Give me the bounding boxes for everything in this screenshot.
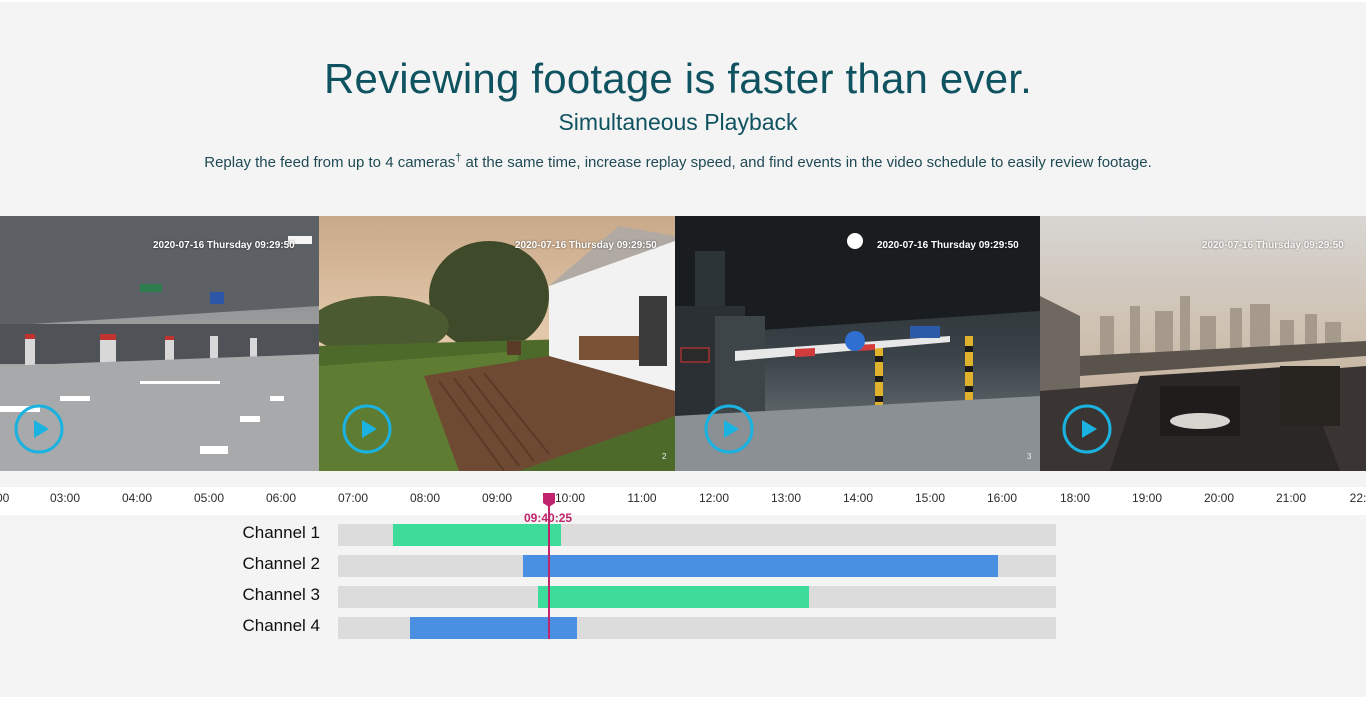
timeline-tick: 21:00: [1275, 491, 1307, 505]
play-button-camera-3[interactable]: [704, 404, 754, 454]
play-button-camera-1[interactable]: [14, 404, 64, 454]
timeline-tick: 12:00: [698, 491, 730, 505]
timeline-tick: 13:00: [770, 491, 802, 505]
subheadline: Simultaneous Playback: [558, 109, 798, 135]
timeline-tick: 11:00: [627, 491, 657, 505]
timeline-tick: 19:00: [1131, 491, 1163, 505]
camera-timestamp: 2020-07-16 Thursday 09:29:50: [515, 240, 657, 251]
channel-label: Channel 4: [242, 616, 320, 635]
timeline-tick: 08:00: [409, 491, 441, 505]
channel-label: Channel 1: [242, 523, 320, 542]
channel-tracks: Channel 1 Channel 2 Channel 3 Channel 4: [0, 522, 1366, 642]
camera-feed-2: 2020-07-16 Thursday 09:29:50 2: [319, 216, 675, 471]
timeline-ruler[interactable]: 00 03:00 04:00 05:00 06:00 07:00 08:00 09:00 10:…: [0, 487, 1366, 515]
timeline-tick: 15:00: [914, 491, 946, 505]
timeline-tick: 05:00: [193, 491, 225, 505]
timeline-tick: 20:00: [1203, 491, 1235, 505]
recording-segment[interactable]: [538, 586, 809, 608]
timeline-tick: 06:00: [265, 491, 297, 505]
headline: Reviewing footage is faster than ever.: [323, 55, 1032, 102]
channel-2-track[interactable]: [338, 555, 1056, 577]
channel-1-track[interactable]: [338, 524, 1056, 546]
recording-segment[interactable]: [523, 555, 998, 577]
timeline-tick: 18:00: [1059, 491, 1091, 505]
timeline-tick: 14:00: [842, 491, 874, 505]
description-text-rest: at the same time, increase replay speed,…: [461, 154, 1152, 171]
channel-label: Channel 2: [242, 554, 320, 573]
recording-segment[interactable]: [393, 524, 561, 546]
timeline-tick: 04:00: [121, 491, 153, 505]
timeline-tick: 00: [0, 491, 10, 505]
play-button-camera-2[interactable]: [342, 404, 392, 454]
channel-3-track[interactable]: [338, 586, 1056, 608]
page-section: Reviewing footage is faster than ever. S…: [0, 2, 1366, 697]
play-button-camera-4[interactable]: [1062, 404, 1112, 454]
playhead-handle[interactable]: [543, 493, 555, 507]
timeline-tick: 10:00: [554, 491, 586, 505]
timeline-tick: 09:00: [481, 491, 513, 505]
playhead-time: 09:40:25: [524, 511, 573, 525]
camera-timestamp: 2020-07-16 Thursday 09:29:50: [877, 240, 1019, 251]
description: Replay the feed from up to 4 cameras† at…: [0, 153, 1356, 173]
camera-feed-4: 2020-07-16 Thursday 09:29:50: [1040, 216, 1366, 471]
camera-grid: 2020-07-16 Thursday 09:29:50 2020-07-16 …: [0, 216, 1366, 471]
timeline-tick: 07:00: [337, 491, 369, 505]
camera-timestamp: 2020-07-16 Thursday 09:29:50: [1202, 240, 1344, 251]
channel-label: Channel 3: [242, 585, 320, 604]
timeline-tick: 03:00: [49, 491, 81, 505]
camera-number: 3: [1027, 452, 1032, 461]
description-text: Replay the feed from up to 4 cameras: [204, 154, 456, 171]
camera-feed-1: 2020-07-16 Thursday 09:29:50: [0, 216, 319, 471]
timeline-tick: 22:: [1349, 491, 1366, 505]
camera-feed-3: 2020-07-16 Thursday 09:29:50 3: [675, 216, 1040, 471]
camera-number: 2: [662, 452, 667, 461]
channel-4-track[interactable]: [338, 617, 1056, 639]
camera-timestamp: 2020-07-16 Thursday 09:29:50: [153, 240, 295, 251]
recording-segment[interactable]: [410, 617, 577, 639]
timeline-tick: 16:00: [986, 491, 1018, 505]
